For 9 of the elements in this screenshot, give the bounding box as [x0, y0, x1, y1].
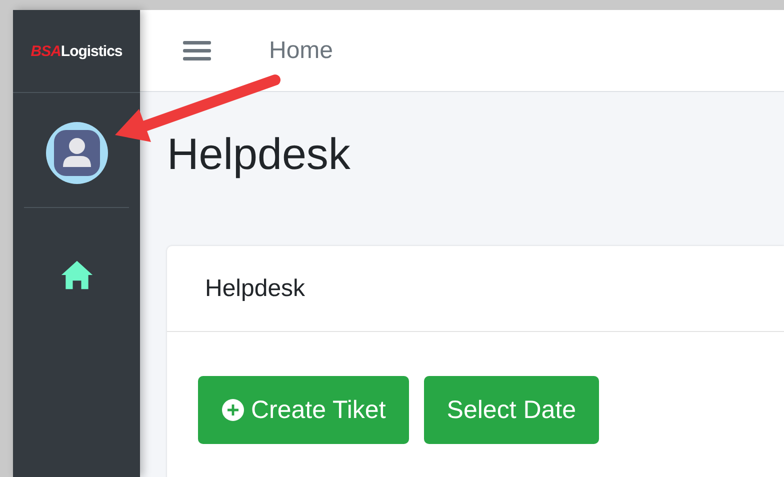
card-title: Helpdesk — [205, 274, 306, 302]
avatar-icon[interactable] — [44, 121, 108, 185]
plus-circle-icon — [221, 398, 245, 422]
home-link[interactable]: Home — [269, 36, 334, 64]
menu-icon[interactable] — [183, 38, 211, 62]
create-ticket-button[interactable]: Create Tiket — [198, 376, 409, 444]
select-date-button[interactable]: Select Date — [424, 376, 600, 444]
logo[interactable]: BSALogistics — [30, 42, 122, 60]
page-title: Helpdesk — [167, 129, 352, 181]
